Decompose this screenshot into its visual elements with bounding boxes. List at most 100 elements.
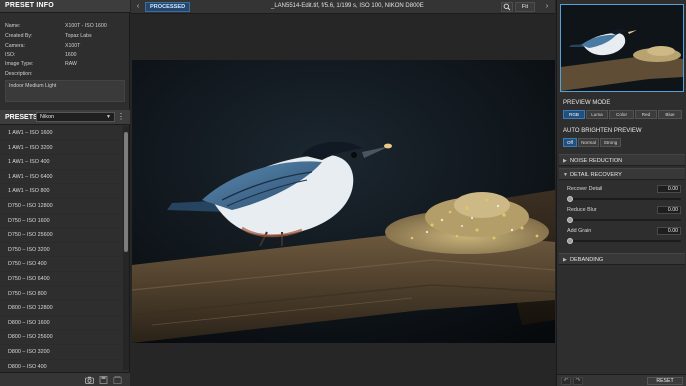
recover-detail-knob[interactable] [567, 196, 573, 202]
preset-list-item[interactable]: D800 – ISO 400 [0, 360, 123, 371]
add-grain-value[interactable]: 0.00 [657, 227, 681, 235]
chevron-down-icon: ▼ [106, 114, 111, 120]
preset-scrollbar-thumb[interactable] [124, 132, 128, 252]
debanding-section[interactable]: ▶ DEBANDING [559, 253, 685, 265]
info-row-name: Name: X100T - ISO 1600 [5, 23, 125, 31]
noise-reduction-label: NOISE REDUCTION [570, 158, 623, 164]
import-icon[interactable] [113, 376, 122, 384]
auto-brighten-off[interactable]: Off [563, 138, 577, 147]
right-footer: ↶ ↷ RESET [557, 374, 686, 386]
preset-list-item[interactable]: D750 – ISO 3200 [0, 243, 123, 258]
preview-mode-luma[interactable]: Luma [586, 110, 608, 119]
add-grain-knob[interactable] [567, 238, 573, 244]
info-key: Description: [5, 71, 33, 77]
info-key: Camera: [5, 43, 25, 49]
recover-detail-slider[interactable] [567, 198, 681, 200]
noise-reduction-section[interactable]: ▶ NOISE REDUCTION [559, 154, 685, 166]
info-key: Image Type: [5, 61, 34, 67]
image-view: ‹ PROCESSED _LAN5514-Edit.tif, f/5.6, 1/… [131, 0, 555, 386]
image-toolbar: ‹ PROCESSED _LAN5514-Edit.tif, f/5.6, 1/… [131, 0, 555, 14]
preset-scrollbar[interactable] [123, 126, 129, 370]
preset-list-item[interactable]: D750 – ISO 400 [0, 257, 123, 272]
info-key: Name: [5, 23, 21, 29]
preview-mode-red[interactable]: Red [635, 110, 657, 119]
add-grain-label: Add Grain [567, 228, 592, 234]
info-value: 1600 [65, 52, 77, 58]
reduce-blur-slider[interactable] [567, 219, 681, 221]
info-value: X100T [65, 43, 81, 49]
file-title: _LAN5514-Edit.tif, f/5.6, 1/199 s, ISO 1… [271, 3, 424, 9]
preset-info-section: PRESET INFO Name: X100T - ISO 1600 Creat… [0, 0, 130, 110]
preset-list-item[interactable]: 1 AW1 – ISO 6400 [0, 170, 123, 185]
preview-mode-title: PREVIEW MODE [563, 100, 611, 106]
reduce-blur-value[interactable]: 0.00 [657, 206, 681, 214]
processed-view-label[interactable]: PROCESSED [145, 2, 191, 12]
info-key: Created By: [5, 33, 33, 39]
preset-list-item[interactable]: D750 – ISO 6400 [0, 272, 123, 287]
fit-button[interactable]: Fit [515, 2, 535, 12]
detail-recovery-label: DETAIL RECOVERY [570, 172, 622, 178]
preset-list-item[interactable]: D800 – ISO 1600 [0, 316, 123, 331]
info-value: RAW [65, 61, 77, 67]
auto-brighten-title: AUTO BRIGHTEN PREVIEW [563, 128, 642, 134]
info-row-camera: Camera: X100T [5, 43, 125, 51]
right-panel: PREVIEW MODE RGB Luma Color Red Blue AUT… [556, 0, 686, 386]
preset-list-item[interactable]: 1 AW1 – ISO 1600 [0, 126, 123, 141]
navigator-thumbnail[interactable] [560, 4, 684, 92]
camera-select[interactable]: Nikon ▼ [36, 112, 115, 122]
preset-list-item[interactable]: D750 – ISO 1600 [0, 214, 123, 229]
preset-list-item[interactable]: D750 – ISO 25600 [0, 228, 123, 243]
detail-recovery-section[interactable]: ▼ DETAIL RECOVERY [559, 168, 685, 180]
search-icon[interactable] [501, 2, 513, 12]
preset-list-item[interactable]: 1 AW1 – ISO 400 [0, 155, 123, 170]
description-field[interactable]: Indoor Medium Light [5, 80, 125, 102]
reduce-blur-label: Reduce Blur [567, 207, 597, 213]
info-value: Topaz Labs [65, 33, 92, 39]
chevron-left-icon[interactable]: ‹ [133, 1, 143, 12]
preset-list: 1 AW1 – ISO 1600 1 AW1 – ISO 3200 1 AW1 – … [0, 126, 123, 370]
info-row-description: Description: [5, 71, 125, 79]
recover-detail-value[interactable]: 0.00 [657, 185, 681, 193]
navigator-image [561, 5, 683, 91]
preview-mode-rgb[interactable]: RGB [563, 110, 585, 119]
presets-footer [0, 372, 130, 386]
recover-detail-label: Recover Detail [567, 186, 603, 192]
reset-button[interactable]: RESET [647, 377, 683, 385]
auto-brighten-strong[interactable]: Strong [600, 138, 621, 147]
kebab-menu-icon[interactable]: ⋮ [117, 112, 125, 122]
preset-list-item[interactable]: 1 AW1 – ISO 800 [0, 184, 123, 199]
bird-photo [132, 60, 555, 343]
chevron-down-icon: ▼ [563, 172, 568, 178]
camera-icon[interactable] [85, 376, 94, 384]
save-preset-icon[interactable] [99, 376, 108, 384]
info-row-created-by: Created By: Topaz Labs [5, 33, 125, 41]
preset-list-item[interactable]: D750 – ISO 800 [0, 287, 123, 302]
debanding-label: DEBANDING [570, 257, 604, 263]
camera-select-value: Nikon [40, 114, 55, 120]
preview-mode-blue[interactable]: Blue [658, 110, 682, 119]
preset-list-item[interactable]: D800 – ISO 3200 [0, 345, 123, 360]
chevron-right-icon: ▶ [563, 158, 567, 164]
presets-header: PRESETS Nikon ▼ ⋮ [0, 110, 130, 125]
preset-info-header: PRESET INFO [0, 0, 130, 13]
presets-section: PRESETS Nikon ▼ ⋮ 1 AW1 – ISO 1600 1 AW1 … [0, 110, 130, 386]
presets-title: PRESETS [5, 114, 38, 121]
info-key: ISO: [5, 52, 16, 58]
chevron-right-icon: ▶ [563, 257, 567, 263]
auto-brighten-normal[interactable]: Normal [578, 138, 599, 147]
main-photo[interactable] [132, 60, 555, 343]
preset-list-item[interactable]: D800 – ISO 25600 [0, 330, 123, 345]
info-value: X100T - ISO 1600 [65, 23, 107, 29]
preset-list-item[interactable]: 1 AW1 – ISO 3200 [0, 141, 123, 156]
left-panel: PRESET INFO Name: X100T - ISO 1600 Creat… [0, 0, 130, 386]
preset-list-item[interactable]: D750 – ISO 12800 [0, 199, 123, 214]
add-grain-slider[interactable] [567, 240, 681, 242]
info-row-iso: ISO: 1600 [5, 52, 125, 60]
preview-mode-color[interactable]: Color [609, 110, 634, 119]
reduce-blur-knob[interactable] [567, 217, 573, 223]
info-row-image-type: Image Type: RAW [5, 61, 125, 69]
undo-icon[interactable]: ↶ [561, 377, 571, 385]
chevron-right-icon[interactable]: › [542, 1, 552, 12]
preset-list-item[interactable]: D800 – ISO 12800 [0, 301, 123, 316]
redo-icon[interactable]: ↷ [573, 377, 583, 385]
